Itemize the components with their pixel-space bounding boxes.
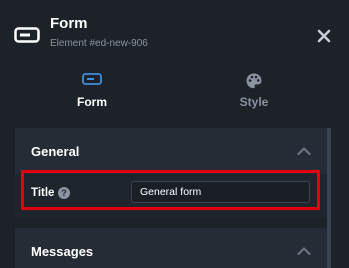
- section-messages-title: Messages: [31, 244, 94, 259]
- tab-form-label: Form: [77, 95, 107, 109]
- section-messages-header[interactable]: Messages: [15, 228, 327, 268]
- section-divider: [15, 218, 327, 228]
- chevron-up-icon: [297, 247, 311, 256]
- title-field-label: Title: [31, 187, 55, 199]
- section-general-title: General: [31, 144, 80, 159]
- content-scrollbar[interactable]: [327, 128, 331, 268]
- panel-header: Form Element #ed-new-906: [0, 0, 349, 62]
- panel-tabs: Form Style: [0, 62, 349, 118]
- help-icon[interactable]: ?: [58, 187, 70, 199]
- tab-form[interactable]: Form: [32, 68, 152, 114]
- element-settings-panel: Form Element #ed-new-906 Form Style Gene…: [0, 0, 349, 268]
- title-input[interactable]: [131, 181, 310, 203]
- form-tab-icon: [82, 73, 102, 85]
- form-element-icon: [14, 27, 40, 43]
- close-icon[interactable]: [314, 26, 334, 46]
- chevron-up-icon: [297, 147, 311, 156]
- panel-title: Form: [50, 15, 88, 32]
- element-id-label: Element #ed-new-906: [50, 38, 148, 49]
- tab-style-label: Style: [239, 95, 269, 109]
- tab-style[interactable]: Style: [194, 68, 314, 114]
- section-general-header[interactable]: General: [15, 128, 327, 174]
- settings-content: General Title ? Messages: [15, 128, 327, 268]
- palette-icon: [246, 73, 262, 89]
- title-field-row: Title ?: [15, 174, 327, 218]
